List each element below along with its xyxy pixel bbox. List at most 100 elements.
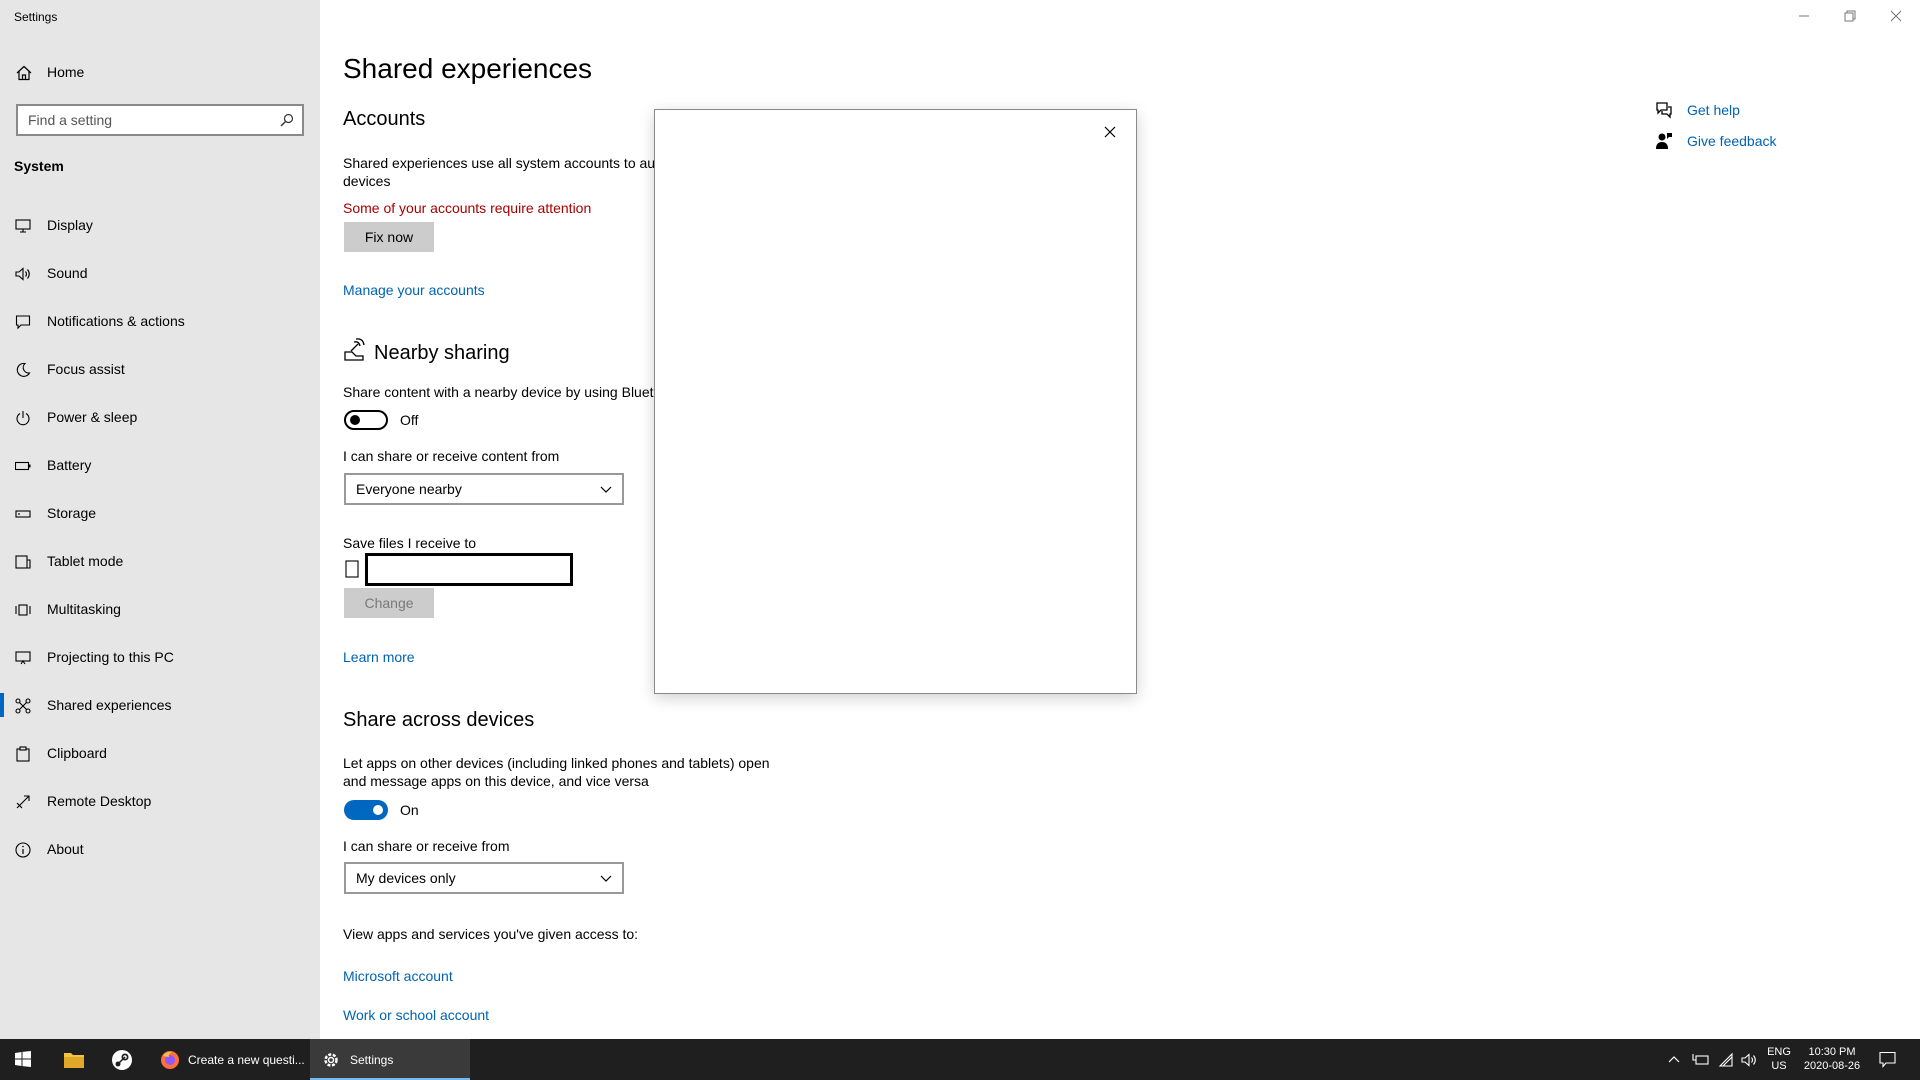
sidebar-item-sound[interactable]: Sound [0, 257, 320, 305]
search-input[interactable] [18, 106, 268, 134]
chevron-up-icon[interactable] [1668, 1054, 1680, 1066]
info-icon [15, 842, 31, 858]
restore-icon [1844, 10, 1856, 22]
share-across-desc-line1: Let apps on other devices (including lin… [343, 755, 770, 771]
sidebar-item-about[interactable]: About [0, 833, 320, 881]
learn-more-link[interactable]: Learn more [343, 649, 415, 665]
home-icon [16, 65, 32, 81]
save-location-box[interactable] [365, 553, 573, 586]
shared-icon [15, 698, 31, 714]
nav-list: Display Sound Notifications & actions Fo… [0, 209, 320, 881]
sidebar-item-display[interactable]: Display [0, 209, 320, 257]
share-across-toggle-state: On [400, 802, 419, 818]
sidebar-item-notifications[interactable]: Notifications & actions [0, 305, 320, 353]
help-chat-icon [1656, 102, 1672, 119]
sidebar-item-battery[interactable]: Battery [0, 449, 320, 497]
feedback-icon [1656, 133, 1672, 149]
region-code: US [1771, 1060, 1787, 1072]
chevron-down-icon [600, 486, 612, 493]
taskbar-app-label: Settings [350, 1052, 394, 1067]
storage-icon [15, 510, 31, 518]
page-title: Shared experiences [343, 53, 593, 84]
share-receive-select[interactable]: My devices only [344, 862, 624, 894]
sidebar: Settings Home System Display Sound Notif… [0, 0, 320, 1039]
toggle-knob [350, 415, 360, 425]
save-files-label: Save files I receive to [343, 535, 477, 551]
file-explorer-button[interactable] [54, 1039, 94, 1080]
share-from-label: I can share or receive content from [343, 448, 560, 464]
fix-now-button[interactable]: Fix now [344, 222, 434, 252]
network-device-icon[interactable] [1692, 1052, 1710, 1068]
clock[interactable]: 10:30 PM 2020-08-26 [1800, 1045, 1864, 1073]
dialog-close-button[interactable] [1096, 118, 1124, 146]
battery-icon [15, 461, 31, 471]
clipboard-icon [16, 746, 30, 762]
view-access-label: View apps and services you've given acce… [343, 926, 639, 942]
sidebar-item-focus-assist[interactable]: Focus assist [0, 353, 320, 401]
firefox-icon [161, 1050, 179, 1069]
clock-time: 10:30 PM [1808, 1046, 1856, 1058]
change-button[interactable]: Change [344, 588, 434, 618]
sidebar-item-label: Display [47, 217, 93, 233]
give-feedback-row[interactable]: Give feedback [1655, 132, 1777, 150]
give-feedback-link[interactable]: Give feedback [1687, 133, 1777, 149]
sidebar-item-power-sleep[interactable]: Power & sleep [0, 401, 320, 449]
share-from-select[interactable]: Everyone nearby [344, 473, 624, 505]
share-receive-value: My devices only [356, 870, 456, 886]
nearby-sharing-heading: Nearby sharing [374, 342, 510, 364]
restore-button[interactable] [1827, 0, 1873, 32]
app-title: Settings [14, 10, 58, 24]
windows-logo-icon [15, 1051, 31, 1067]
notification-icon [15, 315, 31, 330]
tablet-icon [15, 555, 31, 569]
sidebar-item-label: Projecting to this PC [47, 649, 174, 665]
folder-device-icon [345, 560, 359, 578]
chevron-down-icon [600, 875, 612, 882]
sidebar-item-label: Tablet mode [47, 553, 124, 569]
gear-icon [324, 1052, 338, 1067]
clock-date: 2020-08-26 [1803, 1060, 1861, 1072]
sidebar-item-tablet-mode[interactable]: Tablet mode [0, 545, 320, 593]
sidebar-item-remote-desktop[interactable]: Remote Desktop [0, 785, 320, 833]
volume-icon[interactable] [1741, 1052, 1757, 1068]
share-from-value: Everyone nearby [356, 481, 462, 497]
search-box[interactable] [16, 104, 304, 136]
taskbar-app-firefox[interactable]: Create a new questi... [150, 1039, 308, 1080]
steam-button[interactable] [102, 1039, 142, 1080]
nearby-sharing-toggle[interactable] [344, 410, 388, 430]
section-label: System [14, 158, 64, 174]
share-across-toggle[interactable] [344, 800, 388, 820]
nav-home[interactable]: Home [0, 58, 320, 88]
sidebar-item-projecting[interactable]: Projecting to this PC [0, 641, 320, 689]
search-icon[interactable] [280, 113, 294, 127]
get-help-link[interactable]: Get help [1687, 102, 1740, 118]
moon-icon [16, 362, 31, 377]
taskbar-app-settings[interactable]: Settings [310, 1039, 470, 1080]
multitasking-icon [15, 604, 31, 616]
sidebar-item-shared-experiences[interactable]: Shared experiences [0, 689, 320, 737]
close-icon [1890, 10, 1902, 22]
microsoft-account-link[interactable]: Microsoft account [343, 968, 453, 984]
action-center-icon[interactable] [1879, 1051, 1896, 1068]
get-help-row[interactable]: Get help [1655, 101, 1740, 119]
close-window-button[interactable] [1873, 0, 1919, 32]
sidebar-item-label: Sound [47, 265, 88, 281]
sidebar-item-storage[interactable]: Storage [0, 497, 320, 545]
sidebar-item-label: Multitasking [47, 601, 121, 617]
sidebar-item-clipboard[interactable]: Clipboard [0, 737, 320, 785]
folder-icon [64, 1053, 84, 1068]
accounts-desc-line2: devices [343, 173, 391, 189]
share-receive-label: I can share or receive from [343, 838, 510, 854]
work-school-account-link[interactable]: Work or school account [343, 1007, 489, 1023]
sidebar-item-multitasking[interactable]: Multitasking [0, 593, 320, 641]
taskbar-app-label: Create a new questi... [188, 1052, 305, 1067]
minimize-button[interactable] [1781, 0, 1827, 32]
start-button[interactable] [0, 1039, 46, 1080]
manage-accounts-link[interactable]: Manage your accounts [343, 282, 485, 298]
wifi-icon[interactable] [1718, 1052, 1734, 1068]
nav-home-label: Home [47, 64, 85, 80]
language-code: ENG [1767, 1046, 1791, 1058]
accounts-desc-line1: Shared experiences use all system accoun… [343, 155, 667, 171]
language-indicator[interactable]: ENG US [1764, 1045, 1794, 1073]
share-across-heading: Share across devices [343, 709, 535, 731]
